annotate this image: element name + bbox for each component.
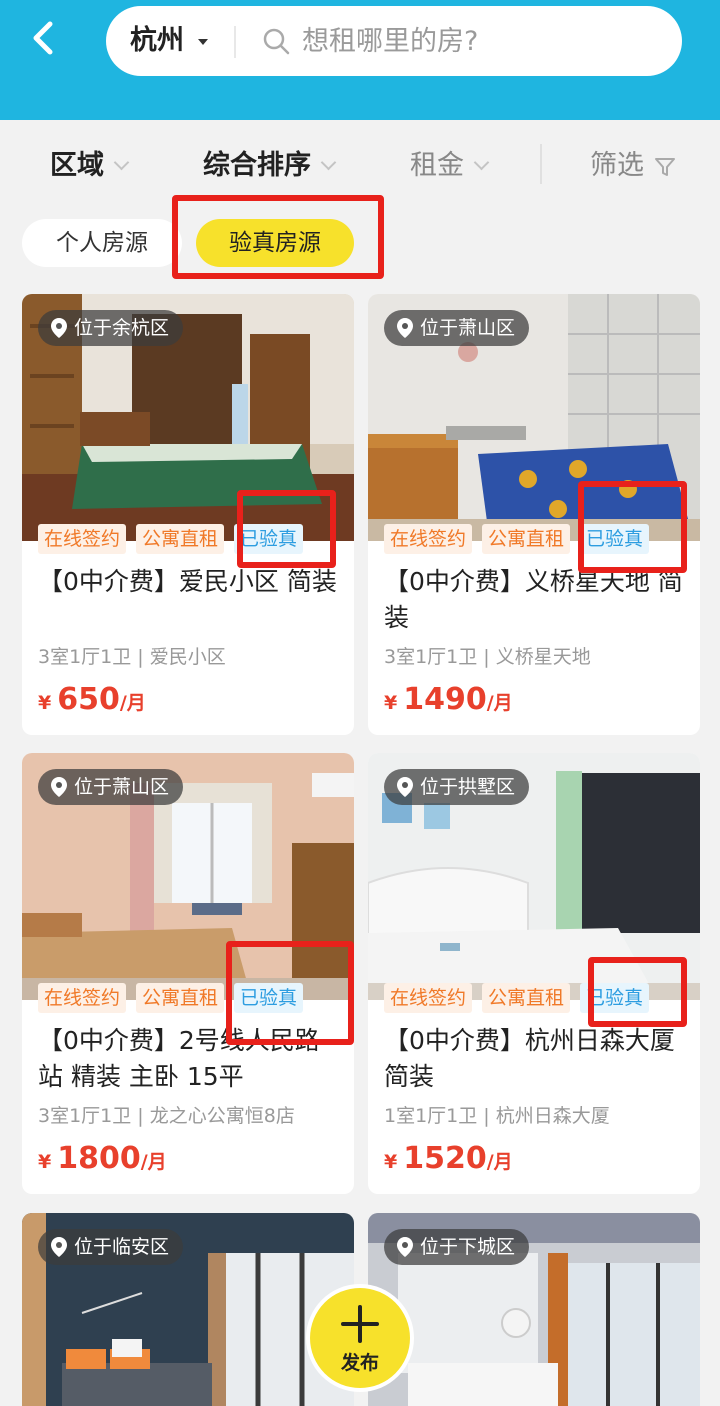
tag-verified: 已验真 [580, 983, 650, 1013]
map-pin-icon [51, 318, 67, 338]
listing-card[interactable]: 位于萧山区 在线签约 公寓直租 已验真 【0中介费】义桥星天地 简装 3室1厅1… [368, 294, 700, 735]
listing-card[interactable]: 位于萧山区 在线签约 公寓直租 已验真 【0中介费】2号线人民路站 精装 主卧 … [22, 753, 354, 1194]
chevron-down-icon [113, 154, 130, 171]
filter-more[interactable]: 筛选 [590, 140, 676, 192]
tag-direct-rent: 公寓直租 [136, 524, 225, 554]
listing-title: 【0中介费】义桥星天地 简装 [384, 567, 683, 632]
search-input[interactable] [302, 6, 662, 76]
location-text: 位于临安区 [74, 1236, 170, 1258]
price-unit: /月 [119, 692, 146, 714]
currency-symbol: ¥ [384, 1151, 398, 1173]
tag-direct-rent: 公寓直租 [136, 983, 225, 1013]
top-header: 杭州 [0, 0, 720, 120]
listing-meta: 1室1厅1卫 | 杭州日森大厦 [384, 1105, 610, 1127]
filter-divider [540, 144, 542, 184]
listing-title: 【0中介费】杭州日森大厦 简装 [384, 1026, 675, 1091]
map-pin-icon [397, 1237, 413, 1257]
search-bar: 杭州 [106, 6, 682, 76]
chevron-down-icon [473, 154, 490, 171]
publish-label: 发布 [340, 1352, 379, 1374]
location-badge: 位于萧山区 [384, 310, 530, 346]
location-badge: 位于临安区 [38, 1229, 184, 1265]
price-unit: /月 [486, 692, 513, 714]
price-unit: /月 [140, 1151, 167, 1173]
listing-price: ¥1520/月 [384, 1141, 513, 1176]
tab-personal-listings[interactable]: 个人房源 [22, 219, 182, 267]
search-divider [234, 26, 236, 58]
listing-card[interactable]: 位于拱墅区 在线签约 公寓直租 已验真 【0中介费】杭州日森大厦 简装 1室1厅… [368, 753, 700, 1194]
tab-verified-listings[interactable]: 验真房源 [196, 219, 354, 267]
funnel-icon [655, 158, 675, 176]
tag-row: 在线签约 公寓直租 已验真 [38, 983, 304, 1013]
tag-row: 在线签约 公寓直租 已验真 [384, 524, 650, 554]
listing-meta: 3室1厅1卫 | 龙之心公寓恒8店 [38, 1105, 295, 1127]
tag-online-sign: 在线签约 [384, 524, 473, 554]
listing-card[interactable]: 位于余杭区 在线签约 公寓直租 已验真 【0中介费】爱民小区 简装 3室1厅1卫… [22, 294, 354, 735]
location-text: 位于下城区 [420, 1236, 516, 1258]
city-caret-icon[interactable] [198, 39, 208, 45]
map-pin-icon [397, 777, 413, 797]
tag-direct-rent: 公寓直租 [482, 983, 571, 1013]
location-badge: 位于萧山区 [38, 769, 184, 805]
tag-verified: 已验真 [580, 524, 650, 554]
filter-area-label: 区域 [50, 150, 104, 181]
tag-direct-rent: 公寓直租 [482, 524, 571, 554]
tag-online-sign: 在线签约 [38, 524, 127, 554]
filter-more-label: 筛选 [590, 150, 644, 181]
listing-card[interactable]: 位于临安区 [22, 1213, 354, 1406]
tag-row: 在线签约 公寓直租 已验真 [38, 524, 304, 554]
price-amount: 1490 [403, 682, 487, 717]
publish-button[interactable]: 发布 [306, 1284, 414, 1392]
listing-title: 【0中介费】爱民小区 简装 [38, 567, 337, 596]
map-pin-icon [397, 318, 413, 338]
tag-online-sign: 在线签约 [384, 983, 473, 1013]
currency-symbol: ¥ [384, 692, 398, 714]
price-amount: 1520 [403, 1141, 487, 1176]
listing-title: 【0中介费】2号线人民路站 精装 主卧 15平 [38, 1026, 320, 1091]
location-badge: 位于余杭区 [38, 310, 184, 346]
price-unit: /月 [486, 1151, 513, 1173]
filter-rent-label: 租金 [410, 150, 464, 181]
filter-sort[interactable]: 综合排序 [203, 140, 337, 192]
tag-verified: 已验真 [234, 983, 304, 1013]
back-arrow-icon[interactable] [22, 14, 66, 62]
listing-card[interactable]: 位于下城区 [368, 1213, 700, 1406]
tag-online-sign: 在线签约 [38, 983, 127, 1013]
filter-sort-label: 综合排序 [203, 150, 311, 181]
location-badge: 位于下城区 [384, 1229, 530, 1265]
location-text: 位于拱墅区 [420, 776, 516, 798]
map-pin-icon [51, 1237, 67, 1257]
filter-area[interactable]: 区域 [50, 140, 130, 192]
location-text: 位于萧山区 [74, 776, 170, 798]
filter-rent[interactable]: 租金 [410, 140, 490, 192]
listing-price: ¥650/月 [38, 682, 146, 717]
location-text: 位于萧山区 [420, 317, 516, 339]
listing-price: ¥1490/月 [384, 682, 513, 717]
city-selector[interactable]: 杭州 [130, 6, 184, 76]
publish-button-inner: 发布 [310, 1288, 410, 1388]
price-amount: 1800 [57, 1141, 141, 1176]
plus-icon [341, 1305, 379, 1343]
listing-meta: 3室1厅1卫 | 义桥星天地 [384, 646, 591, 668]
currency-symbol: ¥ [38, 692, 52, 714]
tag-verified: 已验真 [234, 524, 304, 554]
chevron-down-icon [320, 154, 337, 171]
currency-symbol: ¥ [38, 1151, 52, 1173]
location-text: 位于余杭区 [74, 317, 170, 339]
tag-row: 在线签约 公寓直租 已验真 [384, 983, 650, 1013]
map-pin-icon [51, 777, 67, 797]
search-icon [263, 28, 290, 55]
listing-price: ¥1800/月 [38, 1141, 167, 1176]
listing-meta: 3室1厅1卫 | 爱民小区 [38, 646, 226, 668]
price-amount: 650 [57, 682, 120, 717]
location-badge: 位于拱墅区 [384, 769, 530, 805]
